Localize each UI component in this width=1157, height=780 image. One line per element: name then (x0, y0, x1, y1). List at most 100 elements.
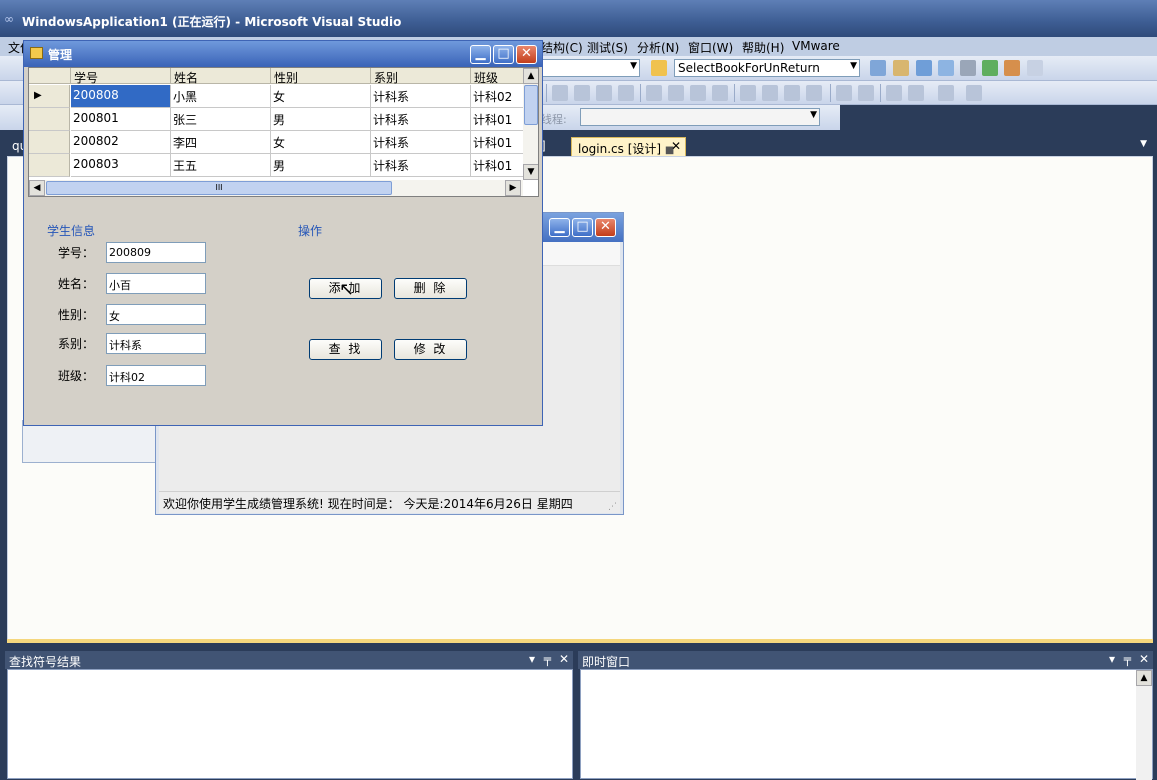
id-input[interactable]: 200809 (106, 242, 206, 263)
scroll-left-icon[interactable]: ◀ (29, 180, 45, 196)
start-page-icon[interactable] (982, 60, 998, 76)
scroll-down-icon[interactable]: ▼ (523, 164, 538, 180)
minimize-icon[interactable]: ▁ (549, 218, 570, 237)
cell-id[interactable]: 200808 (71, 85, 171, 108)
find-combo[interactable]: SelectBookForUnReturn ▼ (674, 59, 860, 77)
config-combo[interactable]: ▼ (540, 59, 640, 77)
properties-icon[interactable] (893, 60, 909, 76)
vertical-scroll-thumb[interactable] (524, 85, 538, 125)
resize-grip-icon[interactable]: ⋰ (608, 502, 617, 512)
object-browser-icon[interactable] (916, 60, 932, 76)
cell-sex[interactable]: 女 (271, 131, 371, 154)
maximize-icon[interactable]: □ (572, 218, 593, 237)
menu-vmware[interactable]: VMware (792, 39, 840, 53)
management-window[interactable]: 管理 ▁ □ ✕ 学号 姓名 性别 系别 班级 ▶ 200808 小黑 女 计科… (23, 40, 543, 426)
solution-explorer-icon[interactable] (870, 60, 886, 76)
cell-dept[interactable]: 计科系 (371, 154, 471, 177)
dept-input[interactable]: 计科系 (106, 333, 206, 354)
align-top-icon[interactable] (618, 85, 634, 101)
sex-input[interactable]: 女 (106, 304, 206, 325)
cell-class[interactable]: 计科01 (471, 154, 525, 177)
cell-dept[interactable]: 计科系 (371, 108, 471, 131)
size-to-grid-icon[interactable] (668, 85, 684, 101)
horizontal-spacing-icon[interactable] (690, 85, 706, 101)
close-icon[interactable]: ✕ (1139, 652, 1149, 666)
vertical-spacing-icon[interactable] (740, 85, 756, 101)
decrease-vspacing-icon[interactable] (784, 85, 800, 101)
row-header[interactable] (29, 154, 70, 177)
cell-class[interactable]: 计科01 (471, 108, 525, 131)
tab-order-icon[interactable] (938, 85, 954, 101)
cell-sex[interactable]: 男 (271, 108, 371, 131)
increase-spacing-icon[interactable] (712, 85, 728, 101)
align-center-icon[interactable] (574, 85, 590, 101)
find-in-files-icon[interactable] (651, 60, 667, 76)
student-data-grid[interactable]: 学号 姓名 性别 系别 班级 ▶ 200808 小黑 女 计科系 计科02 20… (28, 67, 539, 197)
column-header-dept[interactable]: 系别 (371, 68, 471, 85)
cell-sex[interactable]: 女 (271, 85, 371, 108)
thread-combo[interactable]: ▼ (580, 108, 820, 126)
cell-name[interactable]: 张三 (171, 108, 271, 131)
panel-menu-icon[interactable]: ▾ (1109, 652, 1115, 666)
tools-icon[interactable] (960, 60, 976, 76)
vertical-scrollbar[interactable]: ▲ (1136, 670, 1152, 780)
center-vertically-icon[interactable] (858, 85, 874, 101)
command-window-icon[interactable] (1027, 60, 1043, 76)
close-icon[interactable]: ✕ (595, 218, 616, 237)
cell-class[interactable]: 计科01 (471, 131, 525, 154)
scroll-up-icon[interactable]: ▲ (1136, 670, 1152, 686)
maximize-icon[interactable]: □ (493, 45, 514, 64)
edit-button[interactable]: 修 改 (394, 339, 467, 360)
cell-id[interactable]: 200801 (71, 108, 171, 131)
find-symbol-results-panel[interactable] (7, 669, 573, 779)
cell-name[interactable]: 小黑 (171, 85, 271, 108)
cell-name[interactable]: 李四 (171, 131, 271, 154)
make-same-size-icon[interactable] (646, 85, 662, 101)
scroll-right-icon[interactable]: ▶ (505, 180, 521, 196)
column-header-id[interactable]: 学号 (71, 68, 171, 85)
center-horizontally-icon[interactable] (836, 85, 852, 101)
class-view-icon[interactable] (1004, 60, 1020, 76)
class-input[interactable]: 计科02 (106, 365, 206, 386)
cell-dept[interactable]: 计科系 (371, 131, 471, 154)
lock-controls-icon[interactable] (966, 85, 982, 101)
minimize-icon[interactable]: ▁ (470, 45, 491, 64)
tab-list-dropdown-icon[interactable]: ▼ (1140, 139, 1147, 149)
toolbox-icon[interactable] (938, 60, 954, 76)
row-header[interactable]: ▶ (29, 85, 70, 108)
increase-vspacing-icon[interactable] (762, 85, 778, 101)
search-button[interactable]: 查 找 (309, 339, 382, 360)
immediate-window-panel[interactable]: ▲ (580, 669, 1153, 780)
column-header-sex[interactable]: 性别 (271, 68, 371, 85)
menu-test[interactable]: 测试(S) (587, 39, 628, 56)
remove-vspacing-icon[interactable] (806, 85, 822, 101)
management-caption[interactable]: 管理 ▁ □ ✕ (24, 41, 542, 67)
column-header-class[interactable]: 班级 (471, 68, 525, 85)
tab-login-design[interactable]: login.cs [设计] ■ ✕ (571, 137, 686, 156)
horizontal-scroll-thumb[interactable]: III (46, 181, 392, 195)
row-header[interactable] (29, 131, 70, 154)
align-left-icon[interactable] (552, 85, 568, 101)
bring-to-front-icon[interactable] (886, 85, 902, 101)
send-to-back-icon[interactable] (908, 85, 924, 101)
scroll-up-icon[interactable]: ▲ (523, 68, 538, 84)
cell-id[interactable]: 200803 (71, 154, 171, 177)
delete-button[interactable]: 删 除 (394, 278, 467, 299)
close-icon[interactable]: ✕ (671, 139, 681, 153)
cell-name[interactable]: 王五 (171, 154, 271, 177)
cell-dept[interactable]: 计科系 (371, 85, 471, 108)
cell-sex[interactable]: 男 (271, 154, 371, 177)
panel-menu-icon[interactable]: ▾ (529, 652, 535, 666)
menu-build[interactable]: 结构(C) (541, 39, 583, 56)
pin-icon[interactable]: ╤ (1124, 652, 1131, 666)
menu-help[interactable]: 帮助(H) (742, 39, 784, 56)
align-right-icon[interactable] (596, 85, 612, 101)
menu-window[interactable]: 窗口(W) (688, 39, 733, 56)
menu-analyze[interactable]: 分析(N) (637, 39, 679, 56)
pin-icon[interactable]: ╤ (544, 652, 551, 666)
grid-horizontal-scrollbar[interactable]: ◀ III ▶ (29, 180, 523, 196)
cell-class[interactable]: 计科02 (471, 85, 525, 108)
cell-id[interactable]: 200802 (71, 131, 171, 154)
name-input[interactable]: 小百 (106, 273, 206, 294)
column-header-name[interactable]: 姓名 (171, 68, 271, 85)
